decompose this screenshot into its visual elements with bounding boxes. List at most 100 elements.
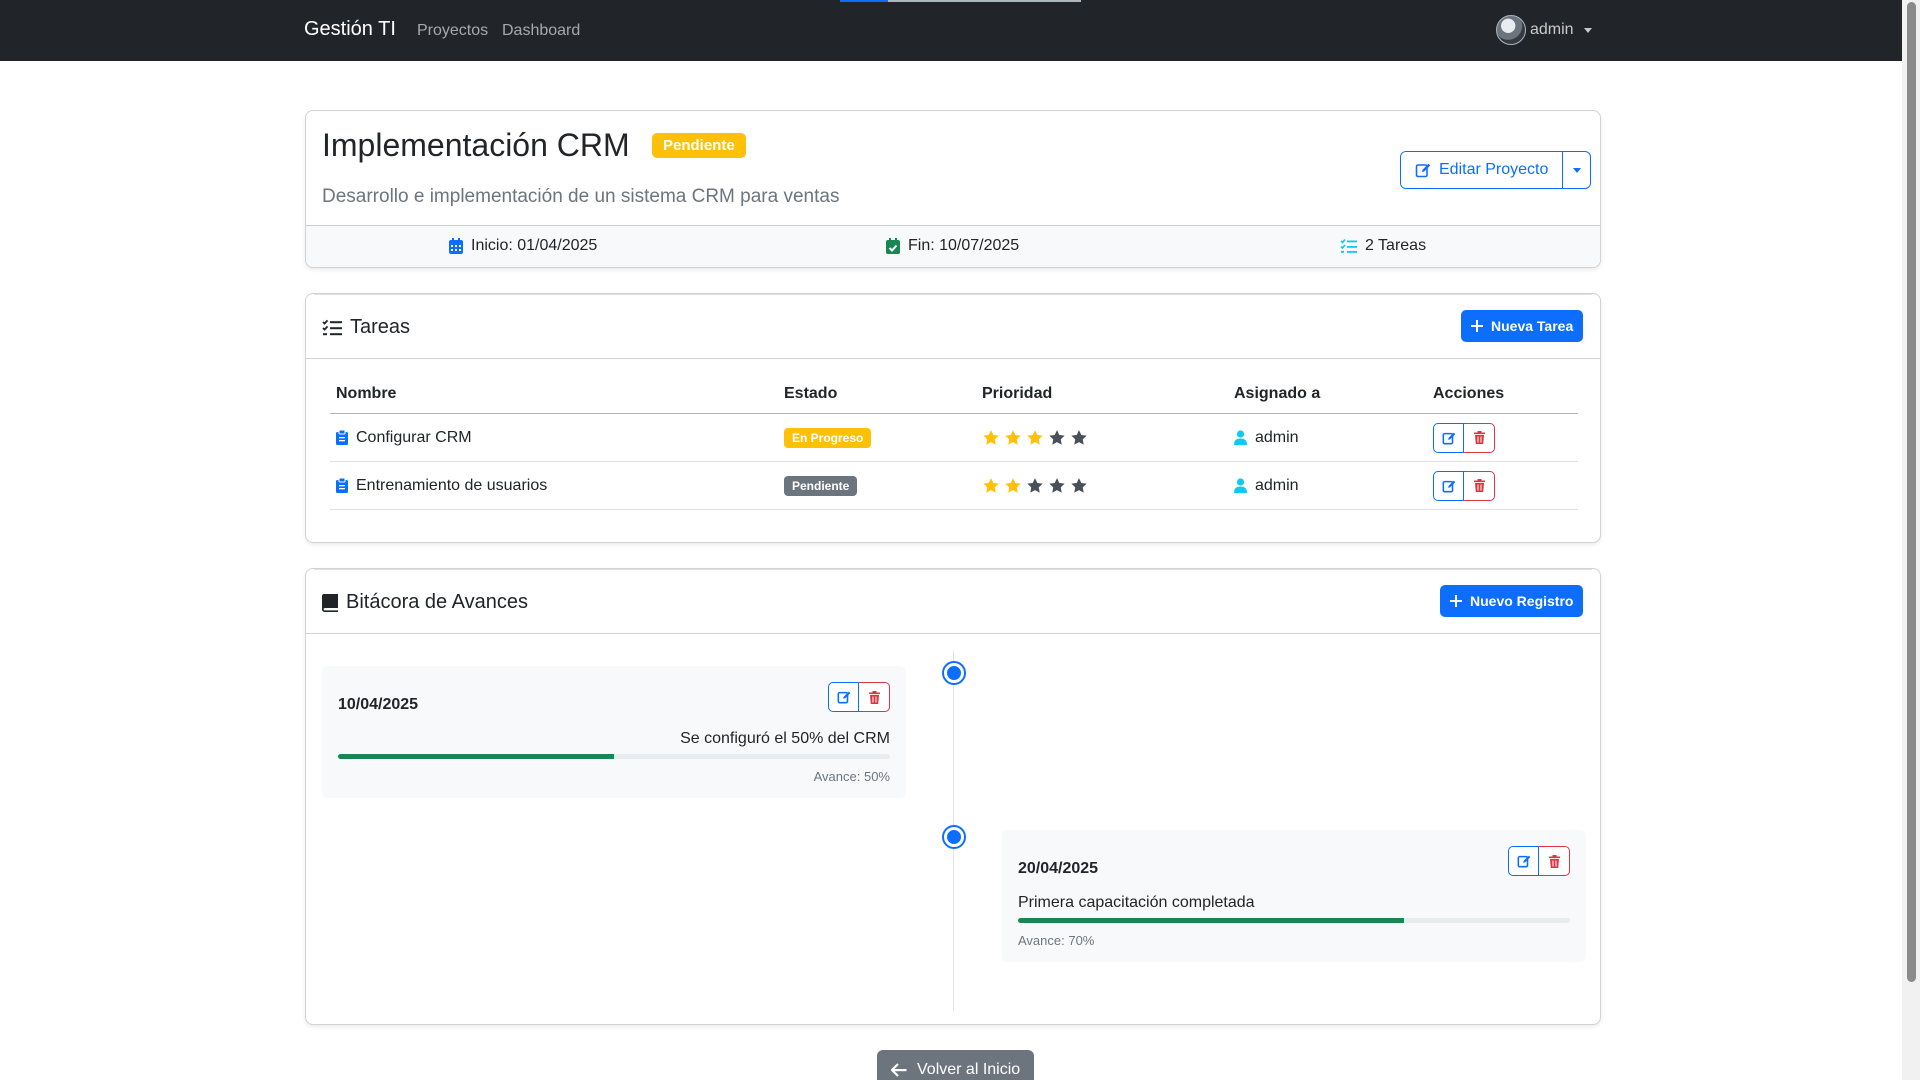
tasks-title: Tareas [322, 316, 410, 339]
column-header-actions: Acciones [1433, 384, 1505, 402]
new-log-entry-button[interactable]: Nuevo Registro [1440, 585, 1584, 617]
edit-project-button[interactable]: Editar Proyecto [1401, 152, 1563, 188]
star-empty-icon [1049, 429, 1065, 445]
new-task-button[interactable]: Nueva Tarea [1461, 310, 1584, 342]
progress-label: Avance: 70% [1018, 933, 1095, 948]
trash-icon [868, 690, 880, 704]
edit-icon [1517, 855, 1530, 868]
column-header-priority: Prioridad [982, 384, 1053, 402]
clipboard-icon [336, 478, 348, 493]
edit-log-entry-button[interactable] [828, 682, 859, 712]
user-icon [1234, 430, 1247, 445]
star-filled-icon [983, 429, 999, 445]
log-entry-text: Se configuró el 50% del CRM [680, 730, 890, 747]
task-count: 2 Tareas [1340, 237, 1426, 255]
task-name: Configurar CRM [356, 428, 472, 446]
task-status-cell: En Progreso [784, 414, 872, 461]
task-assignee: admin [1255, 428, 1299, 446]
log-entry-text: Primera capacitación completada [1018, 894, 1255, 911]
column-header-name: Nombre [336, 384, 397, 402]
book-icon [322, 593, 338, 612]
nav-link-proyectos[interactable]: Proyectos [417, 22, 488, 40]
edit-icon [837, 691, 850, 704]
star-empty-icon [1049, 477, 1065, 493]
page-scrollbar[interactable] [1902, 0, 1920, 1080]
star-filled-icon [983, 477, 999, 493]
brand-link[interactable]: Gestión TI [304, 18, 396, 41]
task-status-cell: Pendiente [784, 462, 858, 509]
user-icon [1234, 478, 1247, 493]
task-count-text: 2 Tareas [1365, 237, 1427, 254]
table-row: Entrenamiento de usuarios Pendiente admi… [330, 462, 1578, 510]
log-card-header: Bitácora de Avances Nuevo Registro [306, 569, 1600, 634]
tasks-card: Tareas Nueva Tarea Nombre Estado Priorid… [305, 293, 1601, 543]
trash-icon [1473, 479, 1485, 492]
status-badge: Pendiente [652, 133, 746, 158]
priority-stars [982, 477, 1088, 495]
task-status-badge: En Progreso [784, 427, 872, 448]
task-priority-cell [982, 414, 1088, 461]
delete-log-entry-button[interactable] [1539, 846, 1570, 876]
table-row: Configurar CRM En Progreso admin [330, 414, 1578, 462]
delete-log-entry-button[interactable] [859, 682, 890, 712]
log-entry-date: 10/04/2025 [338, 696, 419, 713]
edit-task-button[interactable] [1433, 422, 1464, 453]
progress-bar-fill [338, 754, 614, 759]
edit-project-button-group: Editar Proyecto [1400, 151, 1592, 189]
edit-icon [1442, 432, 1455, 444]
log-entry-date: 20/04/2025 [1018, 860, 1099, 877]
list-check-icon [1340, 238, 1357, 253]
progress-log-card: Bitácora de Avances Nuevo Registro 10/04… [305, 568, 1601, 1025]
scrollbar-thumb[interactable] [1907, 2, 1916, 982]
tasks-card-header: Tareas Nueva Tarea [306, 294, 1600, 359]
priority-stars [982, 429, 1088, 447]
new-task-label: Nueva Tarea [1491, 318, 1574, 334]
task-name-cell: Configurar CRM [336, 414, 472, 461]
trash-icon [1548, 854, 1560, 868]
nav-link-dashboard[interactable]: Dashboard [502, 22, 580, 40]
page-title: Implementación CRM [322, 127, 630, 163]
user-name: admin [1530, 21, 1574, 38]
plus-icon [1450, 595, 1462, 607]
start-date: Inicio: 01/04/2025 [449, 237, 597, 255]
calendar-icon [449, 238, 463, 254]
task-assignee: admin [1255, 476, 1299, 494]
back-to-home-button[interactable]: Volver al Inicio [877, 1050, 1035, 1080]
column-header-status: Estado [784, 384, 838, 402]
chevron-down-icon [1572, 167, 1581, 173]
delete-task-button[interactable] [1464, 470, 1495, 501]
task-status-badge: Pendiente [784, 475, 858, 496]
task-assignee-cell: admin [1234, 462, 1299, 509]
edit-task-button[interactable] [1433, 470, 1464, 501]
chevron-down-icon [1583, 27, 1592, 33]
timeline-marker [944, 663, 964, 683]
project-header-card: Implementación CRM Pendiente Desarrollo … [305, 110, 1601, 268]
user-menu-dropdown[interactable]: admin [1496, 15, 1592, 45]
project-meta-bar: Inicio: 01/04/2025 Fin: 10/07/2025 2 Tar… [306, 225, 1600, 267]
column-header-assignee: Asignado a [1234, 384, 1321, 402]
calendar-check-icon [886, 238, 900, 254]
edit-log-entry-button[interactable] [1508, 846, 1539, 876]
progress-bar [1018, 918, 1570, 923]
new-log-entry-label: Nuevo Registro [1470, 593, 1574, 609]
trash-icon [1473, 431, 1485, 444]
log-title: Bitácora de Avances [322, 591, 528, 614]
task-actions-cell [1433, 462, 1495, 509]
star-filled-icon [1027, 429, 1043, 445]
edit-project-dropdown-toggle[interactable] [1562, 152, 1590, 188]
log-entry: 10/04/2025 Se configuró el 50% del CRM A… [322, 666, 906, 798]
end-date: Fin: 10/07/2025 [886, 237, 1019, 255]
task-actions-cell [1433, 414, 1495, 461]
back-to-home-label: Volver al Inicio [917, 1061, 1021, 1078]
delete-task-button[interactable] [1464, 422, 1495, 453]
loading-bar-accent [840, 0, 888, 2]
task-name: Entrenamiento de usuarios [356, 476, 548, 494]
start-date-text: Inicio: 01/04/2025 [471, 237, 598, 254]
log-entry-actions [828, 682, 890, 712]
log-entry-actions [1508, 846, 1570, 876]
edit-icon [1415, 163, 1431, 178]
project-description: Desarrollo e implementación de un sistem… [322, 186, 840, 207]
end-date-text: Fin: 10/07/2025 [908, 237, 1020, 254]
loading-bar-track [888, 0, 1081, 2]
star-empty-icon [1071, 477, 1087, 493]
